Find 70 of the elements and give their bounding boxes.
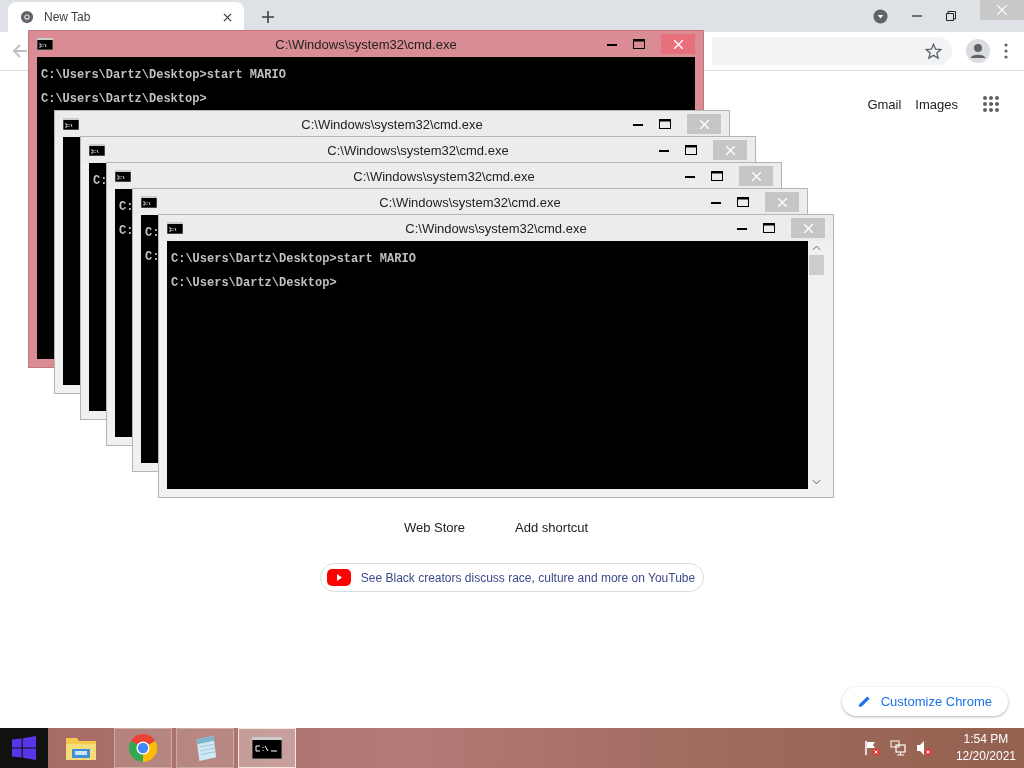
console-icon <box>63 118 79 130</box>
console-line: C:\Users\Dartz\Desktop>start MARIO <box>171 251 416 267</box>
console-line: C:\Users\Dartz\Desktop>start MARIO <box>41 67 286 83</box>
console-line: C: <box>145 225 160 241</box>
apps-grid-icon[interactable] <box>982 95 1000 113</box>
title-bar[interactable]: C:\Windows\system32\cmd.exe <box>133 189 807 215</box>
window-title: C:\Windows\system32\cmd.exe <box>274 36 458 52</box>
speaker-muted-icon[interactable] <box>915 740 932 756</box>
console-icon <box>89 144 105 156</box>
maximize-button[interactable] <box>659 119 671 129</box>
close-icon <box>699 119 709 129</box>
chrome-icon <box>20 10 34 24</box>
tab-search-icon[interactable] <box>873 8 888 24</box>
console-line: C:\Users\Dartz\Desktop> <box>41 91 207 107</box>
restore-button[interactable] <box>946 11 956 21</box>
maximize-button[interactable] <box>685 145 697 155</box>
header-link[interactable]: Gmail <box>867 96 902 112</box>
scroll-up-icon[interactable] <box>812 245 821 251</box>
header-link[interactable]: Images <box>915 96 958 112</box>
menu-icon[interactable] <box>1004 43 1008 59</box>
console-icon <box>167 222 183 234</box>
window-title: C:\Windows\system32\cmd.exe <box>352 168 536 184</box>
chrome-icon <box>128 733 158 763</box>
play-icon <box>326 569 351 586</box>
console-line: C: <box>119 199 134 215</box>
title-bar[interactable]: C:\Windows\system32\cmd.exe <box>81 137 755 163</box>
pencil-icon <box>857 695 871 708</box>
close-icon <box>751 171 761 181</box>
flag-icon[interactable] <box>863 740 880 756</box>
close-icon <box>803 223 813 233</box>
scroll-thumb[interactable] <box>809 255 824 275</box>
new-tab-button[interactable] <box>262 11 274 23</box>
shortcut-link[interactable]: Web Store <box>403 520 466 535</box>
avatar-icon[interactable] <box>966 39 990 63</box>
network-icon[interactable] <box>889 740 906 756</box>
console-icon <box>115 170 131 182</box>
window-title: C:\Windows\system32\cmd.exe <box>326 142 510 158</box>
console-line: C: <box>119 223 134 239</box>
browser-tab[interactable]: New Tab <box>8 2 244 32</box>
clock-date: 12/20/2021 <box>955 748 1016 765</box>
customize-button[interactable]: Customize Chrome <box>841 687 1008 716</box>
close-icon[interactable] <box>223 12 232 22</box>
window-title: C:\Windows\system32\cmd.exe <box>404 220 588 236</box>
window-title: C:\Windows\system32\cmd.exe <box>300 116 484 132</box>
start-button[interactable] <box>0 728 48 768</box>
title-bar[interactable]: C:\Windows\system32\cmd.exe <box>55 111 729 137</box>
shortcut-link[interactable]: Add shortcut <box>515 520 589 535</box>
console-icon <box>252 737 282 759</box>
close-button[interactable] <box>661 34 695 54</box>
title-bar[interactable]: C:\Windows\system32\cmd.exe <box>159 215 833 241</box>
scroll-down-icon[interactable] <box>812 479 821 485</box>
console-line: C:\Users\Dartz\Desktop> <box>171 275 337 291</box>
close-icon <box>777 197 787 207</box>
console-icon <box>37 38 53 50</box>
console-line: C: <box>145 249 160 265</box>
maximize-button[interactable] <box>763 223 775 233</box>
title-bar[interactable]: C:\Windows\system32\cmd.exe <box>107 163 781 189</box>
maximize-button[interactable] <box>737 197 749 207</box>
star-icon[interactable] <box>925 42 942 60</box>
window-title: C:\Windows\system32\cmd.exe <box>378 194 562 210</box>
maximize-button[interactable] <box>711 171 723 181</box>
close-icon <box>725 145 735 155</box>
close-icon <box>997 5 1007 15</box>
close-icon <box>673 39 683 49</box>
console-line: C: <box>93 173 108 189</box>
console-icon <box>141 196 157 208</box>
console-button[interactable] <box>238 728 296 768</box>
maximize-button[interactable] <box>633 39 645 49</box>
clock-time: 1:54 PM <box>963 731 1009 748</box>
windows-logo-icon <box>12 736 36 760</box>
